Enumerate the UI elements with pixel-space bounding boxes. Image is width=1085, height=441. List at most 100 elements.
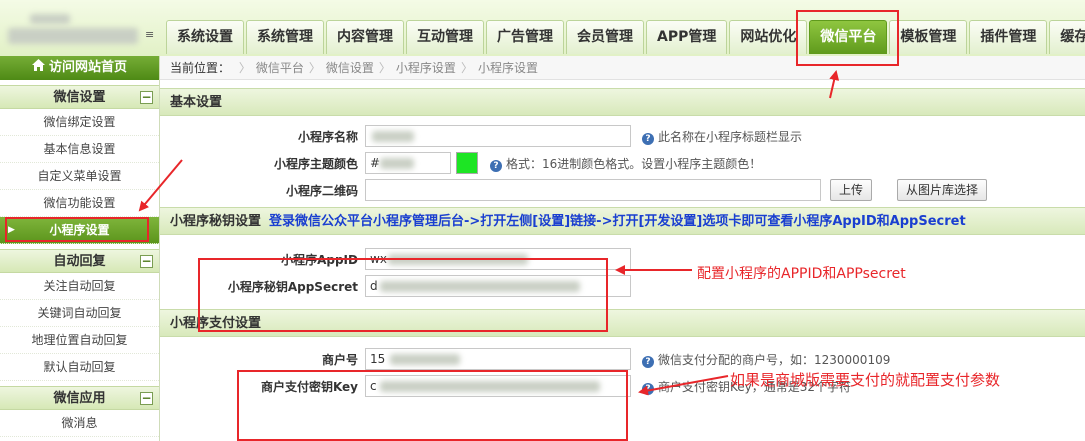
pay-key-label: 商户支付密钥Key — [260, 380, 358, 394]
logo-menu-glyph: ≡ — [145, 28, 155, 41]
sidebar: 访问网站首页 微信设置 − 微信绑定设置 基本信息设置 自定义菜单设置 微信功能设置 ▶ 小程… — [0, 56, 160, 441]
help-icon: ? — [490, 160, 502, 172]
sidebar-item[interactable]: 地理位置自动回复 — [0, 327, 159, 354]
nav-tab[interactable]: 会员管理 — [566, 20, 644, 54]
collapse-icon[interactable]: − — [140, 255, 153, 268]
sidebar-item-label: 默认自动回复 — [43, 360, 116, 374]
section-pay: 小程序支付设置 — [160, 309, 1085, 337]
sidebar-group-header[interactable]: 微信应用 − — [0, 386, 159, 410]
row-theme-color: 小程序主题颜色 # ? 格式：16进制颜色格式。设置小程序主题颜色！ — [160, 149, 1085, 176]
caret-right-icon: ▶ — [8, 225, 15, 235]
mch-id-hint-text: 微信支付分配的商户号，如：1230000109 — [658, 353, 891, 367]
sidebar-item-label: 微信绑定设置 — [43, 115, 116, 129]
sidebar-item[interactable]: 关注自动回复 — [0, 273, 159, 300]
mch-id-input[interactable]: 15 — [365, 348, 631, 370]
breadcrumb-item[interactable]: 小程序设置 — [478, 61, 538, 75]
sidebar-item-label: 关键词自动回复 — [37, 306, 122, 320]
sidebar-item-label: 关注自动回复 — [43, 279, 116, 293]
collapse-icon[interactable]: − — [140, 392, 153, 405]
pay-key-value: c — [370, 379, 377, 393]
breadcrumb-item[interactable]: 微信平台 — [256, 61, 304, 75]
sidebar-group-title: 微信设置 — [53, 90, 106, 105]
sidebar-item[interactable]: 自定义菜单设置 — [0, 163, 159, 190]
theme-color-label: 小程序主题颜色 — [273, 157, 358, 171]
miniapp-name-input[interactable] — [365, 125, 631, 147]
site-logo: ≡ — [0, 0, 160, 56]
pay-key-input[interactable]: c — [365, 375, 631, 397]
miniapp-name-hint: ? 此名称在小程序标题栏显示 — [642, 128, 802, 145]
sidebar-item[interactable]: 默认自动回复 — [0, 354, 159, 381]
sidebar-item-label: 微信功能设置 — [43, 196, 116, 210]
sidebar-group-header[interactable]: 自动回复 − — [0, 249, 159, 273]
qrcode-input[interactable] — [365, 179, 821, 201]
sidebar-item-label: 自定义菜单设置 — [37, 169, 122, 183]
sidebar-item[interactable]: 关键词自动回复 — [0, 300, 159, 327]
sidebar-item[interactable]: ▶ 小程序设置 — [0, 217, 159, 244]
mch-id-value: 15 — [370, 352, 386, 366]
nav-tab[interactable]: APP管理 — [646, 20, 728, 54]
sidebar-item[interactable]: 微信功能设置 — [0, 190, 159, 217]
sidebar-group-title: 自动回复 — [53, 254, 106, 269]
appsecret-label: 小程序秘钥AppSecret — [227, 280, 358, 294]
nav-tab[interactable]: 缓存 — [1049, 20, 1085, 54]
theme-color-hint: ? 格式：16进制颜色格式。设置小程序主题颜色！ — [490, 155, 761, 172]
miniapp-name-hint-text: 此名称在小程序标题栏显示 — [658, 130, 803, 144]
breadcrumb-item[interactable]: 微信设置 — [326, 61, 374, 75]
nav-tab[interactable]: 插件管理 — [969, 20, 1048, 54]
image-library-button[interactable]: 从图片库选择 — [897, 179, 988, 201]
section-pay-title: 小程序支付设置 — [170, 316, 262, 331]
nav-tab[interactable]: 系统设置 — [166, 20, 244, 54]
sidebar-item[interactable]: 基本信息设置 — [0, 136, 159, 163]
chevron-right-icon: 〉 — [238, 61, 251, 75]
appsecret-value: d — [370, 279, 378, 293]
row-miniapp-name: 小程序名称 ? 此名称在小程序标题栏显示 — [160, 122, 1085, 149]
help-icon: ? — [642, 356, 654, 368]
sidebar-item[interactable]: 微信绑定设置 — [0, 109, 159, 136]
sidebar-item-label: 地理位置自动回复 — [31, 333, 128, 347]
sidebar-item-label: 微消息 — [61, 416, 98, 430]
nav-tab[interactable]: 广告管理 — [486, 20, 564, 54]
breadcrumb-items: 〉微信平台〉微信设置〉小程序设置〉小程序设置 — [234, 61, 538, 75]
qrcode-label: 小程序二维码 — [285, 184, 358, 198]
section-secret-title: 小程序秘钥设置 — [170, 214, 262, 229]
sidebar-group-header[interactable]: 微信设置 − — [0, 85, 159, 109]
collapse-icon[interactable]: − — [140, 91, 153, 104]
mch-id-hint: ? 微信支付分配的商户号，如：1230000109 — [642, 351, 890, 368]
nav-tab[interactable]: 互动管理 — [406, 20, 484, 54]
nav-tab[interactable]: 系统管理 — [246, 20, 324, 54]
breadcrumb-item[interactable]: 小程序设置 — [396, 61, 456, 75]
appid-value: wx — [370, 252, 387, 266]
row-mch-id: 商户号 15 ? 微信支付分配的商户号，如：1230000109 — [160, 345, 1085, 372]
theme-color-swatch[interactable] — [456, 152, 478, 174]
theme-color-input[interactable]: # — [365, 152, 451, 174]
breadcrumb-label: 当前位置： — [170, 61, 231, 75]
row-appsecret: 小程序秘钥AppSecret d — [160, 272, 1085, 299]
theme-color-value: # — [370, 156, 381, 170]
sidebar-item-label: 基本信息设置 — [43, 142, 116, 156]
chevron-right-icon: 〉 — [378, 61, 391, 75]
row-appid: 小程序AppID wx — [160, 245, 1085, 272]
section-secret: 小程序秘钥设置 登录微信公众平台小程序管理后台->打开左侧[设置]链接->打开[开… — [160, 207, 1085, 235]
upload-button[interactable]: 上传 — [830, 179, 873, 201]
theme-color-hint-text: 格式：16进制颜色格式。设置小程序主题颜色！ — [506, 157, 762, 171]
visit-home-label: 访问网站首页 — [48, 60, 127, 75]
nav-tab[interactable]: 微信平台 — [809, 20, 888, 54]
appid-input[interactable]: wx — [365, 248, 631, 270]
main-nav-tabs: 系统设置 系统管理 内容管理 互动管理 广告管理 会员管理 APP管理 网站优化 微信平台 模板管… — [166, 20, 1085, 54]
home-icon — [31, 56, 45, 80]
nav-tab[interactable]: 内容管理 — [326, 20, 404, 54]
help-icon: ? — [642, 133, 654, 145]
section-secret-note: 登录微信公众平台小程序管理后台->打开左侧[设置]链接->打开[开发设置]选项卡… — [269, 214, 966, 229]
help-icon: ? — [642, 383, 654, 395]
section-basic-title: 基本设置 — [170, 95, 223, 110]
chevron-right-icon: 〉 — [460, 61, 473, 75]
sidebar-item[interactable]: 微消息 — [0, 410, 159, 437]
visit-home-button[interactable]: 访问网站首页 — [0, 56, 159, 80]
appsecret-input[interactable]: d — [365, 275, 631, 297]
nav-tab[interactable]: 网站优化 — [729, 20, 808, 54]
chevron-right-icon: 〉 — [308, 61, 321, 75]
sidebar-item-label: 小程序设置 — [49, 223, 110, 237]
nav-tab[interactable]: 模板管理 — [889, 20, 968, 54]
annotation-appid-note: 配置小程序的APPID和APPsecret — [697, 266, 906, 282]
sidebar-group-title: 微信应用 — [53, 391, 106, 406]
